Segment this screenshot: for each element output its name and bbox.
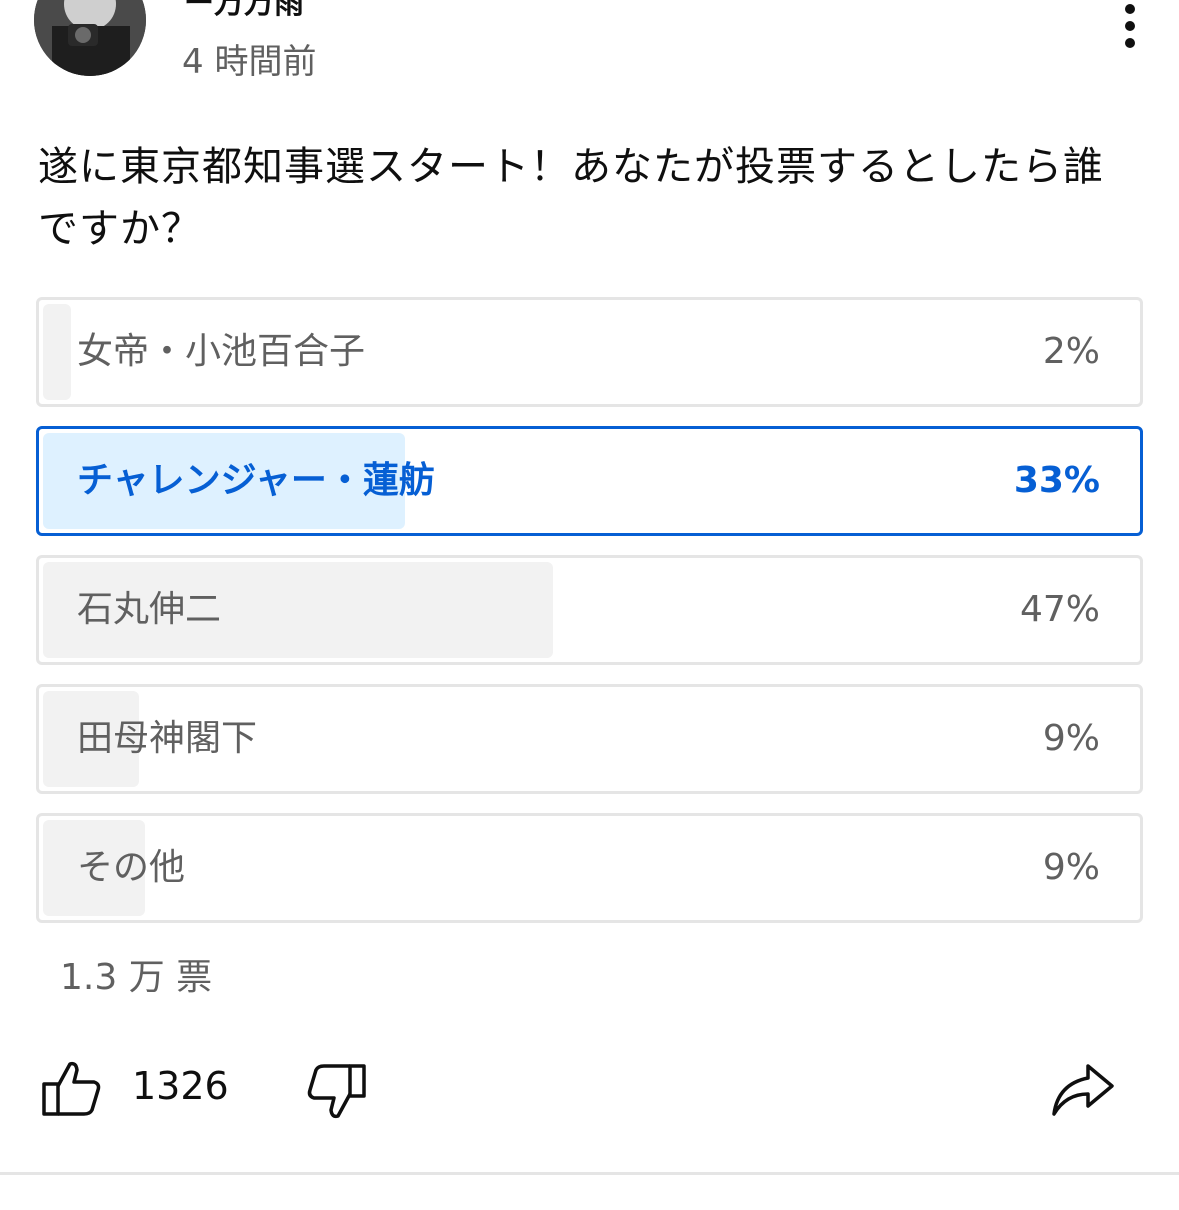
- poll-option-percent: 47%: [1019, 589, 1100, 630]
- poll-option-label: 田母神閣下: [77, 718, 258, 759]
- poll-option-percent: 2%: [1042, 331, 1100, 372]
- author-avatar[interactable]: [34, 0, 146, 76]
- post-timestamp: 4 時間前: [182, 42, 317, 82]
- poll-option-label: チャレンジャー・蓮舫: [77, 460, 435, 501]
- more-vert-icon[interactable]: [1110, 0, 1154, 52]
- poll-option-percent: 9%: [1042, 847, 1100, 888]
- poll-option-label: その他: [77, 847, 186, 888]
- poll-option-other[interactable]: その他 9%: [36, 813, 1143, 923]
- poll-option-tamogami[interactable]: 田母神閣下 9%: [36, 684, 1143, 794]
- poll-option-ishimaru[interactable]: 石丸伸二 47%: [36, 555, 1143, 665]
- like-count: 1326: [132, 1064, 229, 1108]
- divider: [0, 1172, 1179, 1175]
- thumb-up-icon[interactable]: [40, 1058, 104, 1120]
- poll-option-koike[interactable]: 女帝・小池百合子 2%: [36, 297, 1143, 407]
- poll-question: 遂に東京都知事選スタート！あなたが投票するとしたら誰ですか？: [38, 144, 1104, 252]
- thumb-down-icon[interactable]: [304, 1060, 368, 1122]
- poll-option-renho[interactable]: チャレンジャー・蓮舫 33%: [36, 426, 1143, 536]
- poll-option-label: 女帝・小池百合子: [77, 331, 366, 372]
- poll-option-percent: 9%: [1042, 718, 1100, 759]
- poll-option-label: 石丸伸二: [77, 589, 222, 630]
- share-icon[interactable]: [1050, 1062, 1116, 1118]
- author-name[interactable]: ー万万雨: [184, 0, 304, 22]
- poll-option-percent: 33%: [1013, 460, 1100, 501]
- poll-option-bar: [43, 304, 71, 400]
- vote-count: 1.3 万 票: [60, 957, 213, 998]
